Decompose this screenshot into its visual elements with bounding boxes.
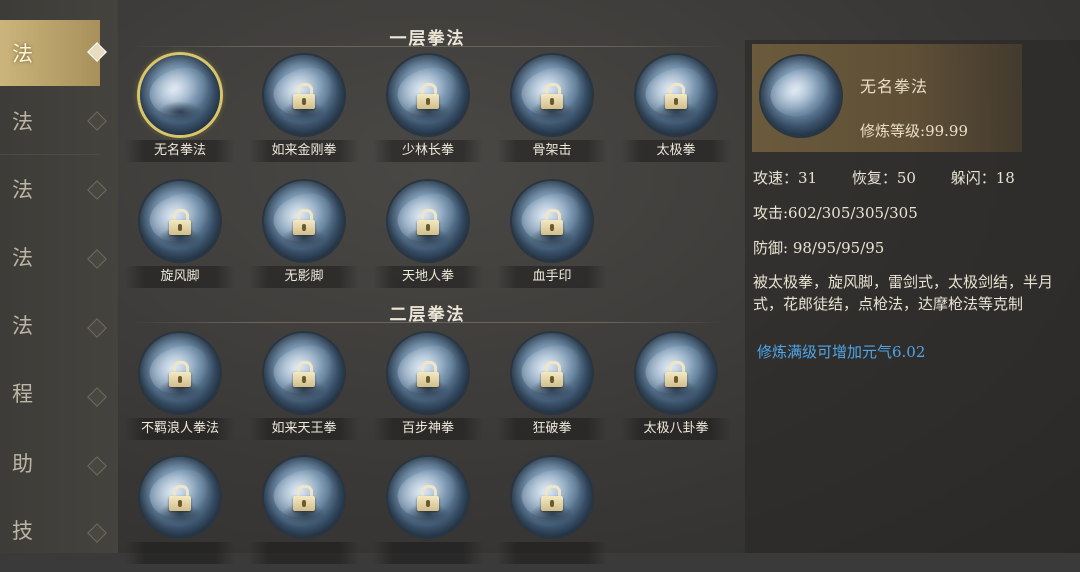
sidebar-item-label: 法 xyxy=(12,246,33,270)
skill-slot[interactable]: 如来金刚拳 xyxy=(249,55,359,170)
lock-icon xyxy=(540,361,564,387)
divider xyxy=(130,322,725,323)
skill-slot[interactable]: 少林长拳 xyxy=(373,55,483,170)
lock-icon xyxy=(664,361,688,387)
lock-icon xyxy=(416,83,440,109)
fist-icon xyxy=(140,55,220,135)
skill-slot[interactable] xyxy=(125,457,235,572)
bonus-text: 修炼满级可增加元气6.02 xyxy=(757,343,926,361)
detail-level: 修炼等级:99.99 xyxy=(860,120,968,141)
lock-icon xyxy=(168,209,192,235)
skill-slot[interactable]: 无影脚 xyxy=(249,181,359,296)
skill-name xyxy=(125,542,235,564)
lock-icon xyxy=(540,209,564,235)
sidebar-item-label: 法 xyxy=(12,42,33,66)
detail-skill-name: 无名拳法 xyxy=(860,77,929,96)
lock-icon xyxy=(416,485,440,511)
sidebar-item-label: 法 xyxy=(12,110,33,134)
skill-slot[interactable]: 旋风脚 xyxy=(125,181,235,296)
skill-slot[interactable]: 血手印 xyxy=(497,181,607,296)
skill-name: 天地人拳 xyxy=(401,269,454,284)
skill-name: 狂破拳 xyxy=(532,421,572,436)
recover: 恢复：50 xyxy=(851,169,916,187)
sidebar-item-7[interactable]: 助 xyxy=(0,430,100,496)
skill-name: 百步神拳 xyxy=(401,421,454,436)
skill-name: 无名拳法 xyxy=(153,143,206,158)
counter-description: 被太极拳，旋风脚，雷剑式，太极剑结，半月式，花郎徒结，点枪法，达摩枪法等克制 xyxy=(753,273,1054,313)
skill-slot[interactable]: 天地人拳 xyxy=(373,181,483,296)
dodge: 躲闪：18 xyxy=(950,169,1015,187)
lock-icon xyxy=(168,361,192,387)
level-label: 修炼等级: xyxy=(860,122,926,140)
skill-slot[interactable]: 狂破拳 xyxy=(497,333,607,448)
skill-slot[interactable]: 无名拳法 xyxy=(125,55,235,170)
skill-name: 骨架击 xyxy=(532,143,572,158)
sidebar-item-5[interactable]: 法 xyxy=(0,292,100,358)
defense-stat: 防御: 98/95/95/95 xyxy=(753,239,885,257)
skill-name: 如来天王拳 xyxy=(271,421,337,436)
level-value: 99.99 xyxy=(925,122,969,140)
skill-name: 少林长拳 xyxy=(401,143,454,158)
sidebar-item-label: 法 xyxy=(12,178,33,202)
fist-icon xyxy=(761,56,841,136)
skill-name: 不羁浪人拳法 xyxy=(140,421,219,436)
sidebar-item-6[interactable]: 程 xyxy=(0,360,100,426)
skill-name xyxy=(497,542,607,564)
skill-name: 无影脚 xyxy=(284,269,324,284)
skill-name: 旋风脚 xyxy=(160,269,200,284)
lock-icon xyxy=(168,485,192,511)
lock-icon xyxy=(416,361,440,387)
sidebar-item-4[interactable]: 法 xyxy=(0,224,100,290)
lock-icon xyxy=(416,209,440,235)
lock-icon xyxy=(292,361,316,387)
skill-name: 如来金刚拳 xyxy=(271,143,337,158)
attack-stat: 攻击:602/305/305/305 xyxy=(753,204,918,222)
skill-name xyxy=(373,542,483,564)
sidebar-item-8[interactable]: 技 xyxy=(0,497,100,563)
category-sidebar: 法 法 法 法 法 程 助 技 xyxy=(0,0,118,553)
divider xyxy=(130,46,725,47)
skill-slot[interactable]: 骨架击 xyxy=(497,55,607,170)
sidebar-item-label: 法 xyxy=(12,314,33,338)
lock-icon xyxy=(292,485,316,511)
skill-slot[interactable]: 太极八卦拳 xyxy=(621,333,731,448)
skill-slot[interactable]: 太极拳 xyxy=(621,55,731,170)
sidebar-item-label: 程 xyxy=(12,382,33,406)
sidebar-item-1[interactable]: 法 xyxy=(0,20,100,86)
skill-slot[interactable]: 百步神拳 xyxy=(373,333,483,448)
skill-slot[interactable] xyxy=(249,457,359,572)
attack-speed: 攻速：31 xyxy=(753,169,818,187)
skill-slot[interactable]: 如来天王拳 xyxy=(249,333,359,448)
sidebar-item-label: 技 xyxy=(12,519,33,543)
lock-icon xyxy=(664,83,688,109)
skill-name: 太极八卦拳 xyxy=(643,421,709,436)
divider xyxy=(0,154,100,155)
sidebar-item-3[interactable]: 法 xyxy=(0,156,100,222)
speed-stats: 攻速：31 恢复：50 躲闪：18 xyxy=(753,167,1015,188)
skill-slot[interactable] xyxy=(373,457,483,572)
skill-name: 血手印 xyxy=(532,269,572,284)
lock-icon xyxy=(540,83,564,109)
lock-icon xyxy=(292,83,316,109)
skill-name: 太极拳 xyxy=(656,143,696,158)
skill-slot[interactable] xyxy=(497,457,607,572)
lock-icon xyxy=(540,485,564,511)
lock-icon xyxy=(292,209,316,235)
skill-name xyxy=(249,542,359,564)
sidebar-item-2[interactable]: 法 xyxy=(0,88,100,154)
sidebar-item-label: 助 xyxy=(12,452,33,476)
skill-slot[interactable]: 不羁浪人拳法 xyxy=(125,333,235,448)
